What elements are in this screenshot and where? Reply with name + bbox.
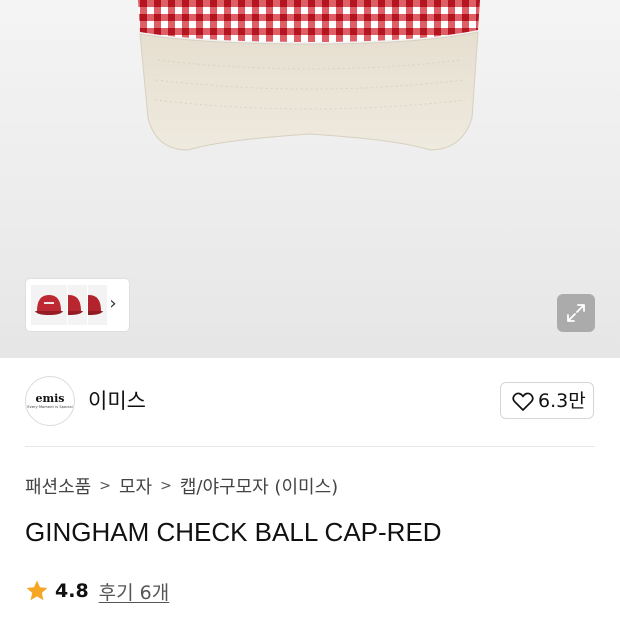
brand-logo-subtext: Every Moment is Special (27, 405, 73, 409)
brand-logo-text: emis (35, 392, 65, 405)
expand-arrows-icon (567, 304, 585, 322)
breadcrumb-item[interactable]: 모자 (119, 473, 152, 499)
like-count: 6.3만 (538, 390, 586, 412)
breadcrumb-item[interactable]: 캡/야구모자 (이미스) (180, 473, 338, 499)
chevron-right-icon[interactable]: › (106, 293, 120, 315)
expand-image-button[interactable] (557, 294, 595, 332)
breadcrumb: 패션소품 > 모자 > 캡/야구모자 (이미스) (25, 472, 338, 500)
thumbnail-stack (30, 284, 108, 326)
product-image[interactable]: › (0, 0, 620, 358)
chevron-right-icon: > (99, 478, 111, 494)
brand-name[interactable]: 이미스 (88, 386, 146, 416)
review-link[interactable]: 후기 6개 (99, 578, 170, 605)
divider (25, 446, 595, 447)
star-icon (26, 580, 48, 601)
rating-value: 4.8 (55, 580, 89, 602)
heart-icon (512, 392, 534, 411)
product-title: GINGHAM CHECK BALL CAP-RED (25, 517, 442, 547)
chevron-right-icon: > (160, 478, 172, 494)
thumbnail-strip[interactable]: › (26, 279, 129, 331)
brand-row: emis Every Moment is Special 이미스 6.3만 (0, 358, 620, 446)
rating-row: 4.8 후기 6개 (25, 577, 169, 605)
breadcrumb-item[interactable]: 패션소품 (25, 473, 91, 499)
brand-logo[interactable]: emis Every Moment is Special (25, 376, 75, 426)
like-button[interactable]: 6.3만 (500, 382, 594, 419)
thumbnail-active (30, 284, 68, 326)
